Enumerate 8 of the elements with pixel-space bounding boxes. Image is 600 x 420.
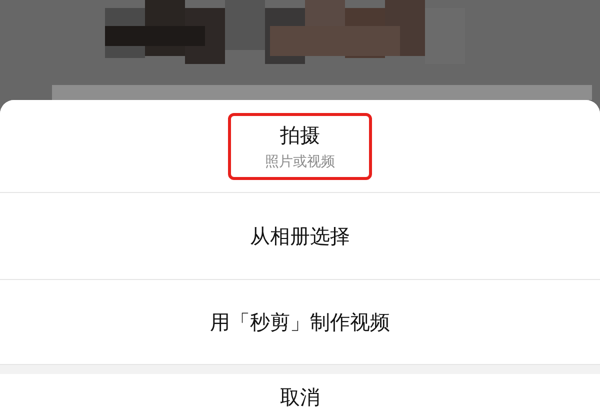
option-label: 拍摄 xyxy=(280,122,320,148)
option-label: 从相册选择 xyxy=(250,222,350,250)
cancel-button[interactable]: 取消 xyxy=(0,374,600,420)
option-subtitle: 照片或视频 xyxy=(265,152,335,170)
option-label: 用「秒剪」制作视频 xyxy=(210,308,390,336)
sheet-option[interactable]: 用「秒剪」制作视频 xyxy=(0,280,600,365)
sheet-option[interactable]: 从相册选择 xyxy=(0,193,600,280)
sheet-option[interactable]: 拍摄 照片或视频 xyxy=(0,100,600,193)
